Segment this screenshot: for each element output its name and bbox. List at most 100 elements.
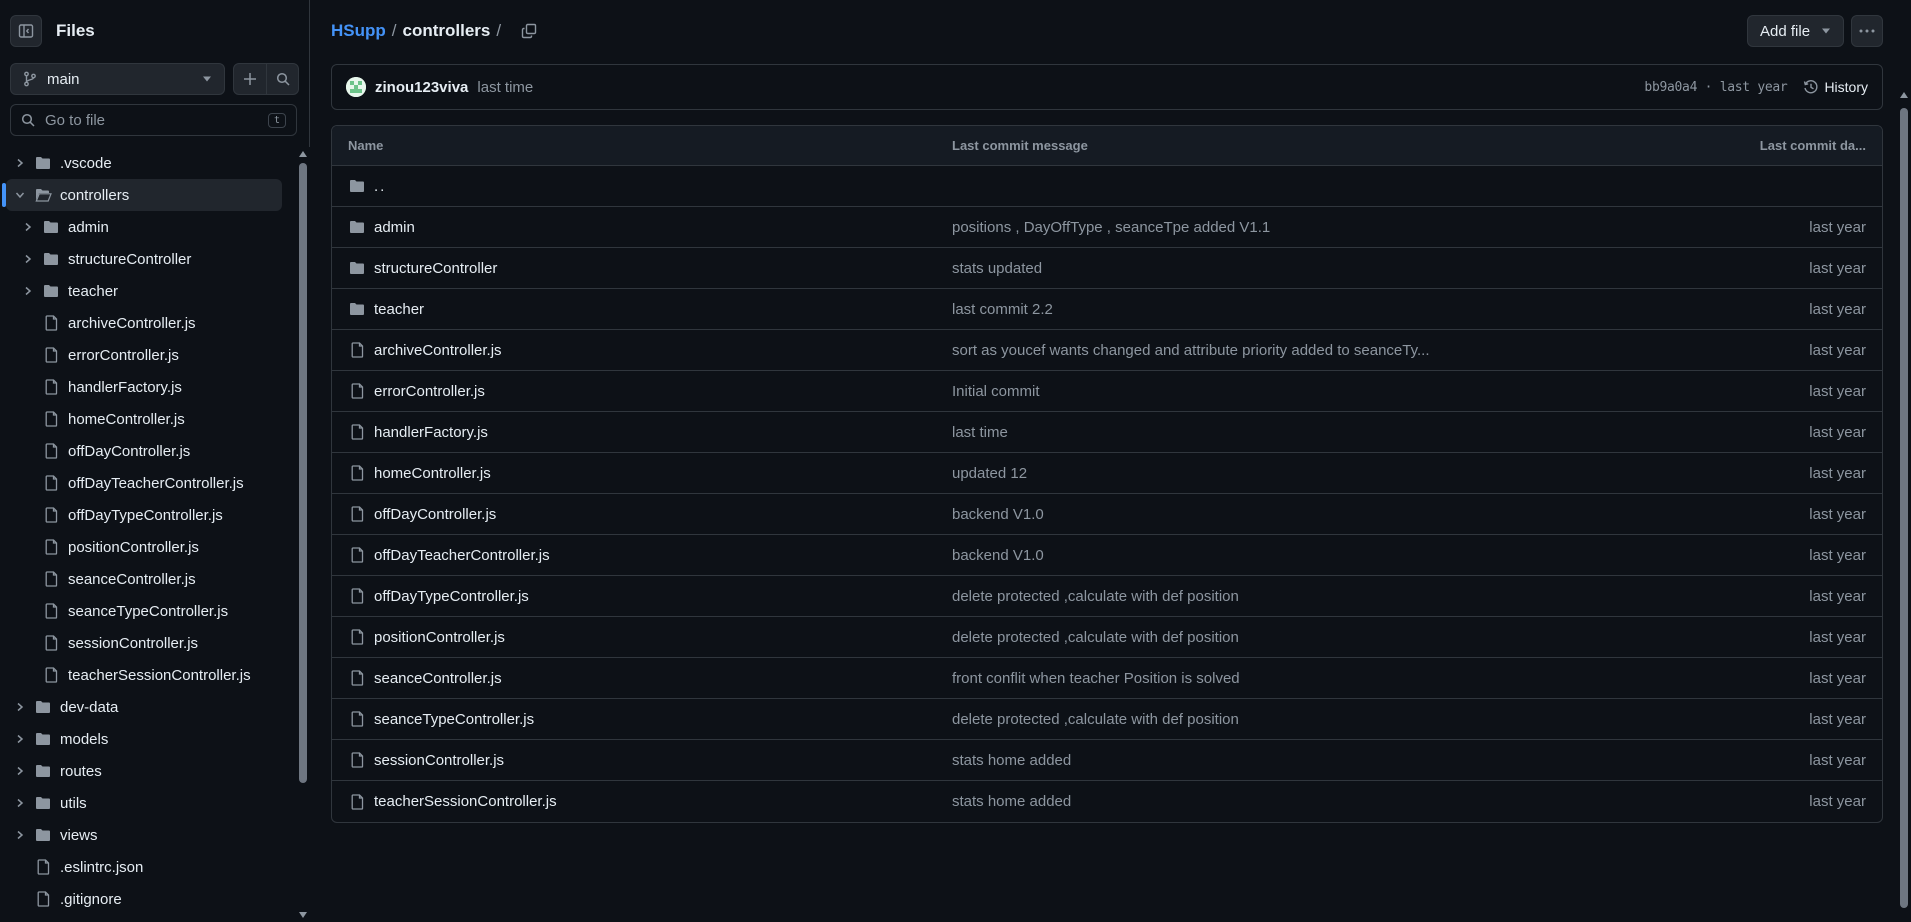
tree-item-seancecontroller-js[interactable]: seanceController.js (6, 563, 282, 595)
tree-item-positioncontroller-js[interactable]: positionController.js (6, 531, 282, 563)
commit-message-link[interactable]: backend V1.0 (952, 506, 1702, 523)
table-row[interactable]: errorController.js Initial commit last yea… (332, 371, 1882, 412)
parent-directory-link[interactable]: .. (374, 178, 386, 195)
tree-item-teachersessioncontroller-js[interactable]: teacherSessionController.js (6, 659, 282, 691)
table-row[interactable]: teacherSessionController.js stats home ad… (332, 781, 1882, 822)
sidebar-scrollbar[interactable] (296, 147, 310, 922)
breadcrumb-repo-link[interactable]: HSupp (331, 21, 386, 41)
collapse-sidebar-button[interactable] (10, 15, 42, 47)
commit-message-link[interactable]: Initial commit (952, 383, 1702, 400)
tree-item-views[interactable]: views (6, 819, 282, 851)
branch-selector-button[interactable]: main (10, 63, 225, 95)
commit-message-link[interactable]: stats updated (952, 260, 1702, 277)
file-name-link[interactable]: structureController (374, 260, 497, 277)
file-name-link[interactable]: teacherSessionController.js (374, 793, 557, 810)
chevron-right-icon[interactable] (20, 219, 36, 235)
file-name-link[interactable]: offDayTeacherController.js (374, 547, 550, 564)
file-name-link[interactable]: admin (374, 219, 415, 236)
tree-item-offdaycontroller-js[interactable]: offDayController.js (6, 435, 282, 467)
tree-item-vscode[interactable]: .vscode (6, 147, 282, 179)
tree-item-sessioncontroller-js[interactable]: sessionController.js (6, 627, 282, 659)
chevron-right-icon[interactable] (12, 731, 28, 747)
file-name-link[interactable]: handlerFactory.js (374, 424, 488, 441)
tree-item-routes[interactable]: routes (6, 755, 282, 787)
table-row[interactable]: handlerFactory.js last time last year (332, 412, 1882, 453)
table-row[interactable]: homeController.js updated 12 last year (332, 453, 1882, 494)
scroll-down-arrow-icon[interactable] (299, 912, 307, 918)
commit-message-link[interactable]: positions , DayOffType , seanceTpe added… (952, 219, 1702, 236)
commit-message-link[interactable]: backend V1.0 (952, 547, 1702, 564)
file-name-link[interactable]: archiveController.js (374, 342, 502, 359)
chevron-right-icon[interactable] (12, 763, 28, 779)
file-name-link[interactable]: offDayController.js (374, 506, 496, 523)
table-row[interactable]: offDayTypeController.js delete protected … (332, 576, 1882, 617)
file-name-link[interactable]: sessionController.js (374, 752, 504, 769)
avatar[interactable] (346, 77, 366, 97)
go-to-file-input[interactable]: Go to file t (10, 104, 297, 136)
file-name-link[interactable]: offDayTypeController.js (374, 588, 529, 605)
commit-message-link[interactable]: updated 12 (952, 465, 1702, 482)
add-file-sidebar-button[interactable] (234, 64, 266, 94)
table-row[interactable]: offDayController.js backend V1.0 last year (332, 494, 1882, 535)
tree-item-homecontroller-js[interactable]: homeController.js (6, 403, 282, 435)
main-scrollbar-thumb[interactable] (1900, 108, 1908, 908)
tree-item-errorcontroller-js[interactable]: errorController.js (6, 339, 282, 371)
tree-item-seancetypecontroller-js[interactable]: seanceTypeController.js (6, 595, 282, 627)
parent-directory-row[interactable]: .. (332, 166, 1882, 207)
tree-item-eslintrc-json[interactable]: .eslintrc.json (6, 851, 282, 883)
commit-author-link[interactable]: zinou123viva (375, 79, 468, 96)
tree-item-utils[interactable]: utils (6, 787, 282, 819)
file-name-link[interactable]: seanceTypeController.js (374, 711, 534, 728)
tree-item-structurecontroller[interactable]: structureController (6, 243, 282, 275)
commit-message-link[interactable]: sort as youcef wants changed and attribu… (952, 342, 1702, 359)
commit-message-link[interactable]: last commit 2.2 (952, 301, 1702, 318)
table-row[interactable]: structureController stats updated last yea… (332, 248, 1882, 289)
chevron-right-icon[interactable] (12, 795, 28, 811)
file-name-link[interactable]: seanceController.js (374, 670, 502, 687)
chevron-right-icon[interactable] (20, 283, 36, 299)
table-row[interactable]: seanceController.js front conflit when te… (332, 658, 1882, 699)
tree-item-offdaytypecontroller-js[interactable]: offDayTypeController.js (6, 499, 282, 531)
table-row[interactable]: offDayTeacherController.js backend V1.0 la… (332, 535, 1882, 576)
main-scrollbar[interactable] (1897, 88, 1911, 922)
commit-message-link[interactable]: front conflit when teacher Position is s… (952, 670, 1702, 687)
commit-message-link[interactable]: last time (952, 424, 1702, 441)
commit-message-link[interactable]: delete protected ,calculate with def pos… (952, 588, 1702, 605)
commit-message-link[interactable]: delete protected ,calculate with def pos… (952, 629, 1702, 646)
tree-item-dev-data[interactable]: dev-data (6, 691, 282, 723)
file-name-link[interactable]: errorController.js (374, 383, 485, 400)
history-button[interactable]: History (1803, 79, 1868, 95)
tree-item-archivecontroller-js[interactable]: archiveController.js (6, 307, 282, 339)
table-row[interactable]: teacher last commit 2.2 last year (332, 289, 1882, 330)
table-row[interactable]: sessionController.js stats home added last… (332, 740, 1882, 781)
chevron-down-icon[interactable] (12, 187, 28, 203)
tree-item-gitignore[interactable]: .gitignore (6, 883, 282, 915)
file-name-link[interactable]: teacher (374, 301, 424, 318)
tree-item-controllers[interactable]: controllers (2, 179, 282, 211)
copy-path-button[interactable] (521, 23, 537, 39)
table-row[interactable]: positionController.js delete protected ,c… (332, 617, 1882, 658)
chevron-right-icon[interactable] (12, 699, 28, 715)
commit-message-link[interactable]: delete protected ,calculate with def pos… (952, 711, 1702, 728)
tree-item-admin[interactable]: admin (6, 211, 282, 243)
scroll-up-arrow-icon[interactable] (299, 151, 307, 157)
chevron-right-icon[interactable] (12, 827, 28, 843)
file-name-link[interactable]: homeController.js (374, 465, 491, 482)
chevron-right-icon[interactable] (12, 155, 28, 171)
commit-message-link[interactable]: stats home added (952, 793, 1702, 810)
commit-message-link[interactable]: last time (477, 79, 1644, 96)
table-row[interactable]: seanceTypeController.js delete protected … (332, 699, 1882, 740)
more-options-button[interactable] (1851, 15, 1883, 47)
chevron-right-icon[interactable] (20, 251, 36, 267)
commit-message-link[interactable]: stats home added (952, 752, 1702, 769)
tree-item-models[interactable]: models (6, 723, 282, 755)
tree-item-teacher[interactable]: teacher (6, 275, 282, 307)
sidebar-scrollbar-thumb[interactable] (299, 163, 307, 783)
tree-item-handlerfactory-js[interactable]: handlerFactory.js (6, 371, 282, 403)
table-row[interactable]: admin positions , DayOffType , seanceTpe … (332, 207, 1882, 248)
table-row[interactable]: archiveController.js sort as youcef wants… (332, 330, 1882, 371)
file-name-link[interactable]: positionController.js (374, 629, 505, 646)
tree-item-offdayteachercontroller-js[interactable]: offDayTeacherController.js (6, 467, 282, 499)
commit-sha-link[interactable]: bb9a0a4 · last year (1644, 80, 1787, 95)
add-file-button[interactable]: Add file (1747, 15, 1844, 47)
